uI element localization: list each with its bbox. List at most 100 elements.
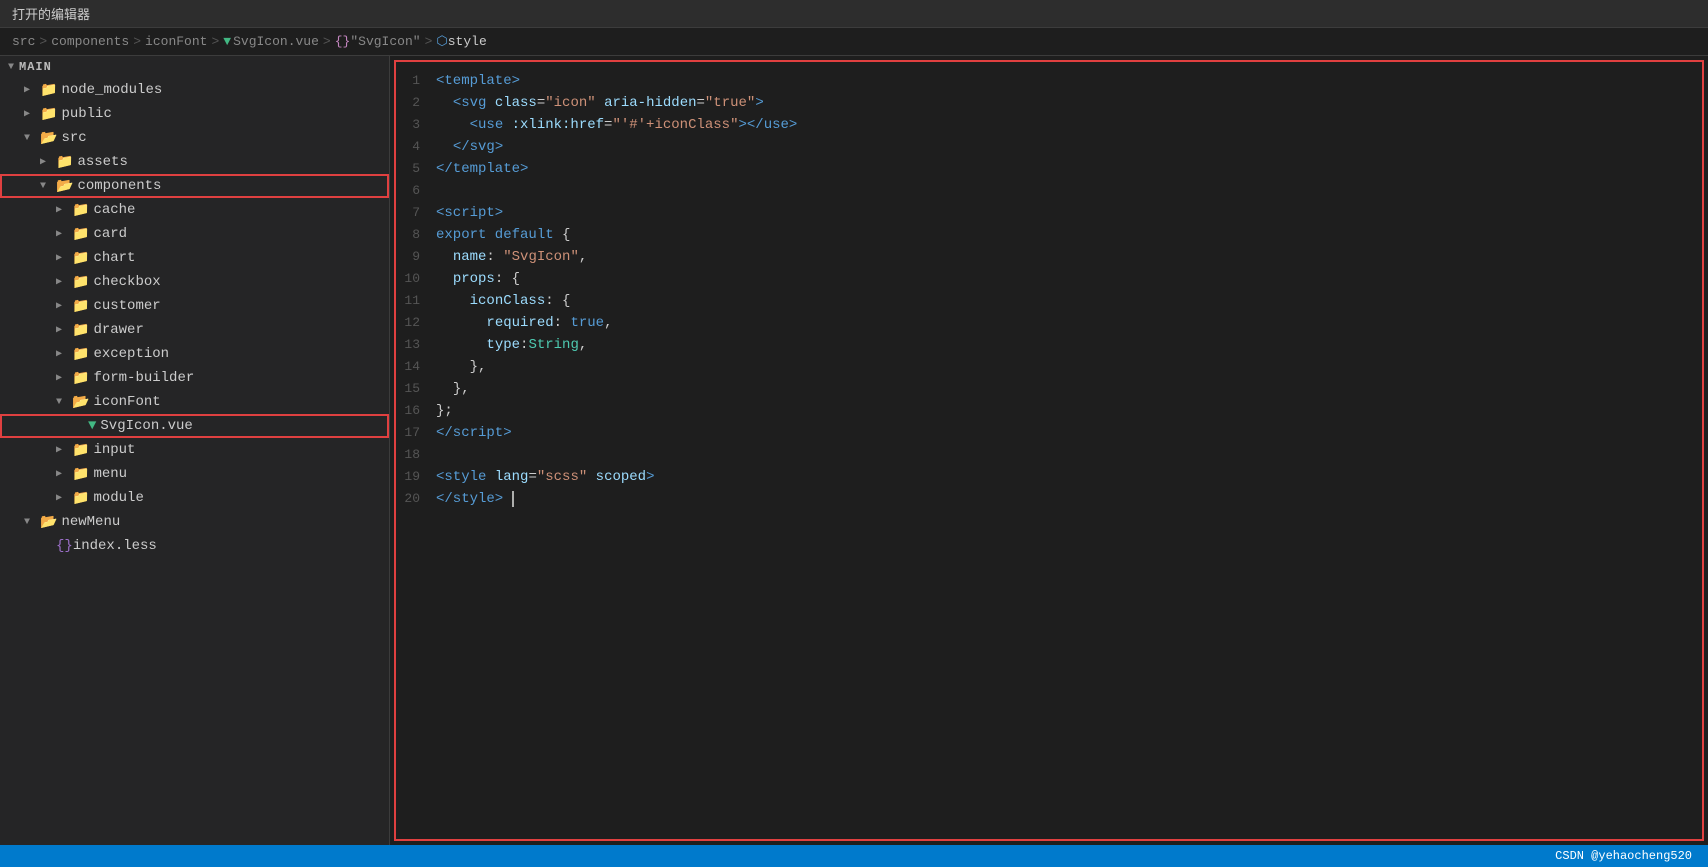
vue-file-icon: ▼ xyxy=(88,418,96,434)
expand-arrow-checkbox: ▶ xyxy=(56,276,72,288)
bc-components: components xyxy=(51,34,129,49)
sidebar-item-assets[interactable]: ▶ 📁 assets xyxy=(0,150,389,174)
sidebar-item-public[interactable]: ▶ 📁 public xyxy=(0,102,389,126)
folder-icon: 📁 xyxy=(72,466,89,483)
sidebar-item-exception[interactable]: ▶ 📁 exception xyxy=(0,342,389,366)
expand-arrow-iconFont: ▼ xyxy=(56,397,72,408)
sidebar-main-header: ▼ MAIN xyxy=(0,56,389,78)
folder-icon: 📁 xyxy=(40,106,57,123)
bc-iconFont: iconFont xyxy=(145,34,207,49)
breadcrumb: src > components > iconFont > ▼ SvgIcon.… xyxy=(0,28,1708,56)
folder-icon: 📁 xyxy=(72,298,89,315)
code-line: 17</script> xyxy=(396,422,1702,444)
sidebar-item-checkbox[interactable]: ▶ 📁 checkbox xyxy=(0,270,389,294)
sidebar-item-chart[interactable]: ▶ 📁 chart xyxy=(0,246,389,270)
bc-svgicon-file: SvgIcon.vue xyxy=(233,34,319,49)
sidebar-item-card[interactable]: ▶ 📁 card xyxy=(0,222,389,246)
sidebar-item-cache[interactable]: ▶ 📁 cache xyxy=(0,198,389,222)
code-line: 1<template> xyxy=(396,70,1702,92)
line-content: <script> xyxy=(436,202,1686,224)
expand-arrow-drawer: ▶ xyxy=(56,324,72,336)
line-number: 17 xyxy=(396,422,436,444)
label-drawer: drawer xyxy=(93,322,143,338)
folder-icon: 📁 xyxy=(72,274,89,291)
line-number: 12 xyxy=(396,312,436,334)
main-layout: ▼ MAIN ▶ 📁 node_modules ▶ 📁 public ▼ 📂 s… xyxy=(0,56,1708,845)
sidebar-item-node-modules[interactable]: ▶ 📁 node_modules xyxy=(0,78,389,102)
expand-arrow-input: ▶ xyxy=(56,444,72,456)
expand-arrow-src: ▼ xyxy=(24,133,40,144)
code-line: 7<script> xyxy=(396,202,1702,224)
line-number: 4 xyxy=(396,136,436,158)
sidebar-item-module[interactable]: ▶ 📁 module xyxy=(0,486,389,510)
label-exception: exception xyxy=(93,346,169,362)
line-number: 19 xyxy=(396,466,436,488)
line-content: }; xyxy=(436,400,1686,422)
expand-arrow-card: ▶ xyxy=(56,228,72,240)
line-number: 11 xyxy=(396,290,436,312)
line-number: 15 xyxy=(396,378,436,400)
expand-arrow-form-builder: ▶ xyxy=(56,372,72,384)
folder-icon: 📁 xyxy=(72,202,89,219)
label-node-modules: node_modules xyxy=(61,82,162,98)
line-content: }, xyxy=(436,378,1686,400)
line-content: </svg> xyxy=(436,136,1686,158)
line-content: iconClass: { xyxy=(436,290,1686,312)
expand-arrow-public: ▶ xyxy=(24,108,40,120)
line-content: <svg class="icon" aria-hidden="true"> xyxy=(436,92,1686,114)
line-number: 2 xyxy=(396,92,436,114)
code-line: 11 iconClass: { xyxy=(396,290,1702,312)
code-line: 18 xyxy=(396,444,1702,466)
sidebar-item-newMenu[interactable]: ▼ 📂 newMenu xyxy=(0,510,389,534)
expand-arrow-cache: ▶ xyxy=(56,204,72,216)
code-line: 3 <use :xlink:href="'#'+iconClass"></use… xyxy=(396,114,1702,136)
sidebar-item-svgicon[interactable]: ▼ SvgIcon.vue xyxy=(0,414,389,438)
line-number: 5 xyxy=(396,158,436,180)
code-line: 19<style lang="scss" scoped> xyxy=(396,466,1702,488)
sidebar-item-iconFont[interactable]: ▼ 📂 iconFont xyxy=(0,390,389,414)
label-chart: chart xyxy=(93,250,135,266)
folder-icon: 📁 xyxy=(72,322,89,339)
code-line: 5</template> xyxy=(396,158,1702,180)
line-content: </style> xyxy=(436,488,1686,510)
bc-curly: {} xyxy=(335,34,351,49)
expand-arrow-exception: ▶ xyxy=(56,348,72,360)
code-line: 9 name: "SvgIcon", xyxy=(396,246,1702,268)
expand-arrow-components: ▼ xyxy=(40,181,56,192)
expand-arrow-newMenu: ▼ xyxy=(24,517,40,528)
line-number: 3 xyxy=(396,114,436,136)
folder-icon: 📁 xyxy=(56,154,73,171)
sidebar-item-menu[interactable]: ▶ 📁 menu xyxy=(0,462,389,486)
line-content: </template> xyxy=(436,158,1686,180)
code-line: 2 <svg class="icon" aria-hidden="true"> xyxy=(396,92,1702,114)
sidebar[interactable]: ▼ MAIN ▶ 📁 node_modules ▶ 📁 public ▼ 📂 s… xyxy=(0,56,390,845)
expand-arrow-module: ▶ xyxy=(56,492,72,504)
folder-icon: 📁 xyxy=(40,82,57,99)
sidebar-item-form-builder[interactable]: ▶ 📁 form-builder xyxy=(0,366,389,390)
label-public: public xyxy=(61,106,111,122)
line-number: 6 xyxy=(396,180,436,202)
top-bar-title: 打开的编辑器 xyxy=(12,4,90,23)
line-content: required: true, xyxy=(436,312,1686,334)
folder-icon: 📁 xyxy=(72,442,89,459)
sidebar-item-input[interactable]: ▶ 📁 input xyxy=(0,438,389,462)
label-customer: customer xyxy=(93,298,160,314)
sidebar-item-src[interactable]: ▼ 📂 src xyxy=(0,126,389,150)
label-components: components xyxy=(77,178,161,194)
line-number: 16 xyxy=(396,400,436,422)
label-assets: assets xyxy=(77,154,127,170)
bc-vue-icon: ▼ xyxy=(223,34,231,49)
editor-content[interactable]: 1<template>2 <svg class="icon" aria-hidd… xyxy=(396,62,1702,839)
sidebar-item-drawer[interactable]: ▶ 📁 drawer xyxy=(0,318,389,342)
label-menu: menu xyxy=(93,466,127,482)
line-number: 1 xyxy=(396,70,436,92)
label-module: module xyxy=(93,490,143,506)
code-line: 8export default { xyxy=(396,224,1702,246)
folder-icon: 📂 xyxy=(56,178,73,195)
sidebar-item-index-less[interactable]: {} index.less xyxy=(0,534,389,558)
sidebar-item-components[interactable]: ▼ 📂 components xyxy=(0,174,389,198)
sidebar-item-customer[interactable]: ▶ 📁 customer xyxy=(0,294,389,318)
status-text: CSDN @yehaocheng520 xyxy=(1555,849,1692,863)
folder-icon: 📁 xyxy=(72,490,89,507)
label-svgicon: SvgIcon.vue xyxy=(100,418,192,434)
